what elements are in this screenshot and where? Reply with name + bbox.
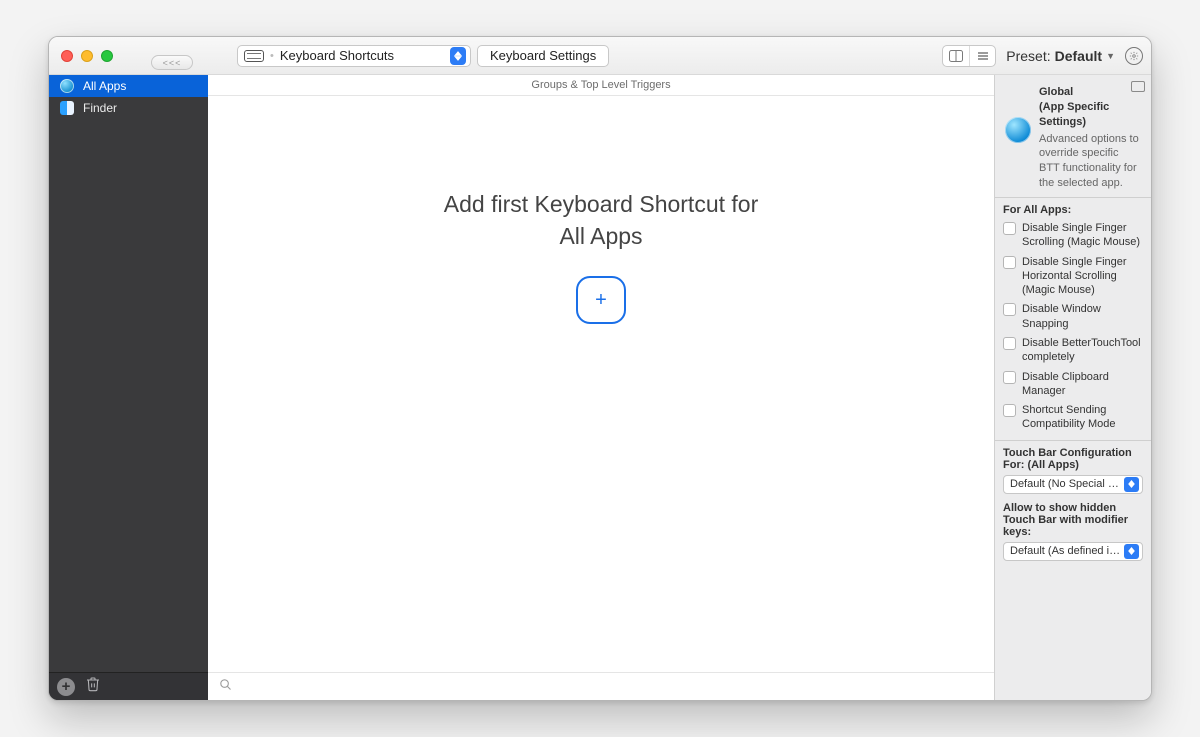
sidebar-footer: +	[49, 672, 208, 700]
checkbox-option[interactable]: Shortcut Sending Compatibility Mode	[1003, 403, 1143, 432]
modifier-keys-popup[interactable]: Default (As defined in setti…	[1003, 542, 1143, 561]
inspector-panel: Global(App Specific Settings) Advanced o…	[994, 75, 1151, 700]
checkbox-icon	[1003, 371, 1016, 384]
globe-icon	[59, 78, 75, 94]
checkbox-icon	[1003, 404, 1016, 417]
globe-icon	[1005, 117, 1031, 143]
modifier-keys-popup-value: Default (As defined in setti…	[1010, 545, 1124, 557]
keyboard-settings-button[interactable]: Keyboard Settings	[477, 45, 609, 67]
stepper-arrows-icon	[1124, 544, 1139, 559]
sidebar-item-label: All Apps	[83, 79, 126, 93]
main-column: Groups & Top Level Triggers Add first Ke…	[208, 75, 994, 700]
checkbox-icon	[1003, 337, 1016, 350]
add-app-button[interactable]: +	[57, 678, 75, 696]
list-view-icon[interactable]	[969, 46, 995, 66]
main-footer	[208, 672, 994, 700]
window-body: All Apps Finder + Groups & Top Level Trig…	[49, 75, 1151, 700]
checkbox-option[interactable]: Disable Single Finger Horizontal Scrolli…	[1003, 255, 1143, 298]
close-window-button[interactable]	[61, 50, 73, 62]
checkbox-option[interactable]: Disable Clipboard Manager	[1003, 370, 1143, 399]
window-icon[interactable]	[1131, 81, 1145, 92]
chevron-down-icon: ▼	[1106, 51, 1115, 61]
checkbox-icon	[1003, 256, 1016, 269]
inspector-title: Global(App Specific Settings)	[1039, 85, 1141, 130]
checkbox-label: Disable Single Finger Horizontal Scrolli…	[1022, 255, 1143, 298]
checkbox-option[interactable]: Disable BetterTouchTool completely	[1003, 336, 1143, 365]
checkbox-label: Disable BetterTouchTool completely	[1022, 336, 1143, 365]
touch-bar-popup-value: Default (No Special Handli…	[1010, 478, 1124, 490]
checkbox-label: Shortcut Sending Compatibility Mode	[1022, 403, 1143, 432]
checkbox-label: Disable Single Finger Scrolling (Magic M…	[1022, 221, 1143, 250]
minimize-window-button[interactable]	[81, 50, 93, 62]
checkbox-option[interactable]: Disable Window Snapping	[1003, 302, 1143, 331]
keyboard-icon	[244, 50, 264, 62]
toolbar-left-group: • Keyboard Shortcuts Keyboard Settings	[237, 45, 609, 67]
zoom-window-button[interactable]	[101, 50, 113, 62]
stepper-arrows-icon	[1124, 477, 1139, 492]
toolbar-right-group: Preset: Default ▼	[942, 45, 1143, 67]
search-icon[interactable]	[218, 677, 233, 697]
inspector-header: Global(App Specific Settings) Advanced o…	[995, 75, 1151, 197]
checkbox-icon	[1003, 303, 1016, 316]
preset-name: Default	[1055, 48, 1102, 64]
checkbox-label: Disable Window Snapping	[1022, 302, 1143, 331]
back-button[interactable]: <<<	[151, 55, 193, 70]
view-mode-segment[interactable]	[942, 45, 996, 67]
column-view-icon[interactable]	[943, 46, 969, 66]
traffic-lights	[61, 50, 133, 62]
sidebar: All Apps Finder +	[49, 75, 208, 700]
checkbox-option[interactable]: Disable Single Finger Scrolling (Magic M…	[1003, 221, 1143, 250]
empty-state-text: Add first Keyboard Shortcut for All Apps	[444, 188, 759, 252]
checkbox-icon	[1003, 222, 1016, 235]
trigger-type-selector[interactable]: • Keyboard Shortcuts	[237, 45, 471, 67]
inspector-description: Advanced options to override specific BT…	[1039, 132, 1141, 191]
modifier-keys-title: Allow to show hidden Touch Bar with modi…	[1003, 502, 1143, 538]
delete-app-button[interactable]	[85, 676, 101, 697]
main-subheader: Groups & Top Level Triggers	[208, 75, 994, 96]
main-area: Add first Keyboard Shortcut for All Apps…	[208, 96, 994, 672]
trigger-type-label: Keyboard Shortcuts	[280, 48, 394, 63]
touch-bar-section: Touch Bar Configuration For: (All Apps) …	[995, 440, 1151, 569]
stepper-arrows-icon	[450, 47, 466, 65]
sidebar-item-finder[interactable]: Finder	[49, 97, 208, 119]
add-first-shortcut-button[interactable]: +	[576, 276, 626, 324]
preset-prefix: Preset:	[1006, 48, 1050, 64]
checkbox-label: Disable Clipboard Manager	[1022, 370, 1143, 399]
for-all-apps-section: For All Apps: Disable Single Finger Scro…	[995, 197, 1151, 440]
for-all-apps-title: For All Apps:	[1003, 204, 1143, 216]
sidebar-list: All Apps Finder	[49, 75, 208, 672]
sidebar-item-all-apps[interactable]: All Apps	[49, 75, 208, 97]
touch-bar-popup[interactable]: Default (No Special Handli…	[1003, 475, 1143, 494]
touch-bar-title: Touch Bar Configuration For: (All Apps)	[1003, 447, 1143, 471]
preset-selector[interactable]: Preset: Default ▼	[1006, 48, 1115, 64]
finder-icon	[59, 100, 75, 116]
app-window: <<< • Keyboard Shortcuts Keyboard Settin…	[48, 36, 1152, 701]
separator-dot: •	[270, 50, 274, 62]
titlebar: <<< • Keyboard Shortcuts Keyboard Settin…	[49, 37, 1151, 75]
settings-gear-button[interactable]	[1125, 47, 1143, 65]
sidebar-item-label: Finder	[83, 101, 117, 115]
